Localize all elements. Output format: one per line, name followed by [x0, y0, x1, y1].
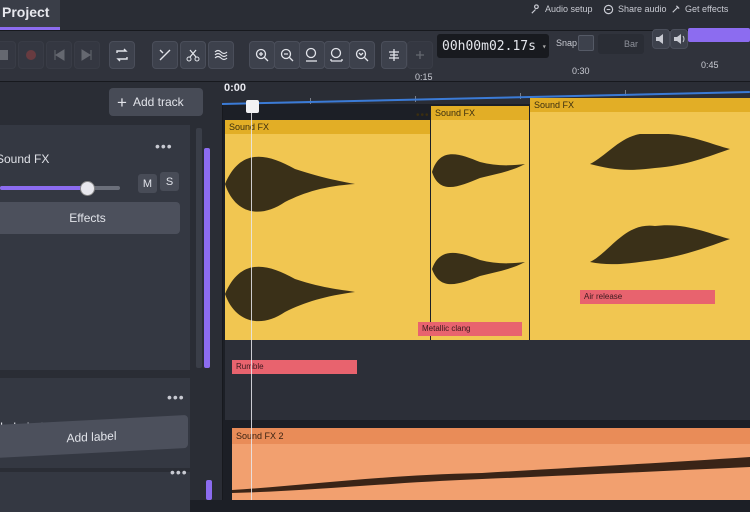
- add-track-label: Add track: [132, 95, 184, 109]
- effects-button[interactable]: Effects: [0, 202, 180, 234]
- history-button[interactable]: [407, 41, 433, 69]
- track-menu-icon[interactable]: •••: [155, 138, 173, 154]
- snap-label: Snap: [556, 38, 578, 48]
- mute-button[interactable]: M: [138, 174, 157, 193]
- volume-down-button[interactable]: [652, 29, 670, 49]
- skip-end-icon: [81, 49, 92, 61]
- zoom-toggle-icon: [355, 48, 369, 62]
- skip-start-icon: [54, 49, 65, 61]
- top-bar: Project Audio setup Share audio Get effe…: [0, 0, 750, 31]
- track-header-sound-fx-2[interactable]: [0, 472, 190, 512]
- audio-setup-icon: [531, 3, 539, 14]
- track-volume-slider[interactable]: [0, 181, 120, 196]
- fit-selection-button[interactable]: [299, 41, 325, 69]
- split-button[interactable]: [180, 41, 206, 69]
- get-effects-label: Get effects: [685, 4, 729, 14]
- share-audio-label: Share audio: [618, 4, 667, 14]
- track-3-menu-icon[interactable]: •••: [170, 464, 188, 480]
- track-name: Sound FX: [0, 152, 50, 166]
- record-icon: [26, 50, 36, 60]
- level-meter-left: [196, 128, 202, 368]
- zoom-in-button[interactable]: [249, 41, 275, 69]
- silence-button[interactable]: [208, 41, 234, 69]
- playhead-line: [251, 110, 252, 500]
- label-marker[interactable]: Air release: [580, 290, 715, 304]
- project-tab[interactable]: Project: [0, 0, 60, 30]
- label-marker[interactable]: Metallic clang: [418, 322, 522, 336]
- add-track-button[interactable]: + Add track: [109, 88, 203, 116]
- clip-title[interactable]: Sound FX: [530, 98, 750, 112]
- trim-button[interactable]: [152, 41, 178, 69]
- align-icon: [389, 49, 399, 61]
- zoom-out-icon: [280, 48, 294, 62]
- tick-label: 0:15: [415, 72, 433, 82]
- snap-checkbox[interactable]: [578, 35, 594, 51]
- split-icon: [186, 49, 200, 62]
- history-icon: [416, 51, 424, 59]
- zoom-toggle-button[interactable]: [349, 41, 375, 69]
- fit-project-icon: [330, 47, 343, 62]
- tick-label: 0:45: [701, 60, 719, 70]
- snap-select[interactable]: Bar: [598, 34, 644, 54]
- volume-up-icon: [674, 34, 685, 44]
- track-3-level-meter: [206, 480, 212, 500]
- time-value: 00h00m02.17s: [442, 38, 536, 54]
- zoom-in-icon: [255, 48, 269, 62]
- time-display[interactable]: 00h00m02.17s ▾: [437, 34, 549, 58]
- track-volume-fill: [0, 186, 87, 190]
- clip-menu-icon[interactable]: •••: [416, 110, 430, 121]
- share-audio-icon: [603, 4, 614, 14]
- fit-selection-icon: [305, 47, 317, 62]
- playback-volume-meter[interactable]: [688, 28, 750, 42]
- label-track-menu-icon[interactable]: •••: [167, 389, 185, 405]
- clip-title[interactable]: Sound FX 2: [232, 428, 750, 444]
- align-button[interactable]: [381, 41, 407, 69]
- tick-label: 0:30: [572, 66, 590, 76]
- skip-start-button[interactable]: [46, 41, 72, 69]
- fit-project-button[interactable]: [324, 41, 350, 69]
- skip-end-button[interactable]: [74, 41, 100, 69]
- project-title: Project: [2, 4, 50, 20]
- silence-icon: [214, 49, 228, 61]
- zoom-out-button[interactable]: [274, 41, 300, 69]
- volume-meter-fill: [688, 28, 750, 42]
- clip-title[interactable]: Sound FX: [225, 120, 430, 134]
- loop-icon: [116, 48, 128, 62]
- stop-icon: [0, 50, 8, 60]
- solo-button[interactable]: S: [160, 172, 179, 191]
- playhead-handle[interactable]: [246, 100, 259, 113]
- waveform-track-2: [232, 457, 750, 493]
- audio-setup-button[interactable]: Audio setup: [530, 0, 593, 18]
- loop-button[interactable]: [109, 41, 135, 69]
- volume-down-icon: [656, 34, 663, 44]
- share-audio-button[interactable]: Share audio: [603, 0, 667, 18]
- clip-title[interactable]: Sound FX: [431, 106, 529, 120]
- volume-up-button[interactable]: [670, 29, 688, 49]
- audio-setup-label: Audio setup: [545, 4, 593, 14]
- get-effects-icon: [672, 4, 680, 13]
- label-track-lane[interactable]: [225, 340, 750, 420]
- playhead-time: 0:00: [224, 82, 247, 94]
- record-button[interactable]: [18, 41, 44, 69]
- time-format-chevron-icon[interactable]: ▾: [542, 42, 547, 51]
- level-meter-right: [204, 148, 210, 368]
- stop-button[interactable]: [0, 41, 16, 69]
- get-effects-button[interactable]: Get effects: [670, 0, 728, 18]
- plus-icon: +: [117, 92, 127, 112]
- trim-icon: [159, 49, 171, 61]
